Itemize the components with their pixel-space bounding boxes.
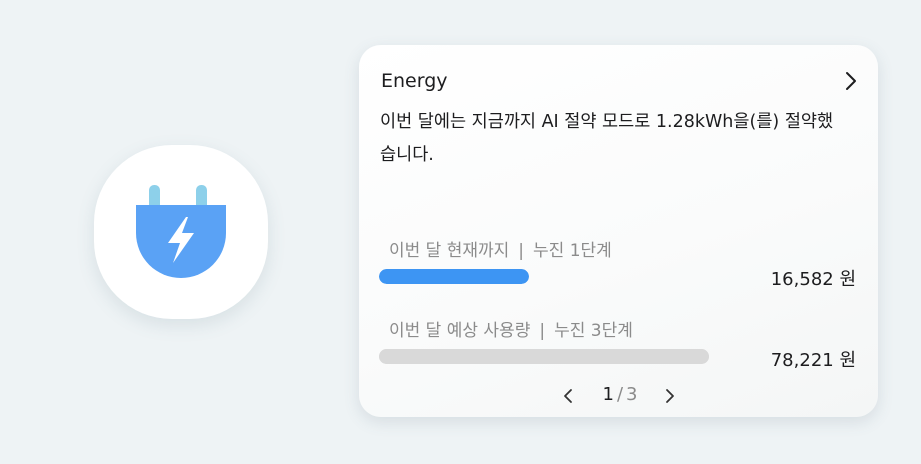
current-usage-bar-fill	[379, 269, 529, 284]
page-separator: /	[616, 384, 624, 405]
forecast-usage-amount: 78,221 원	[770, 350, 856, 371]
current-usage-tier: 누진 1단계	[533, 241, 612, 261]
energy-saving-message: 이번 달에는 지금까지 AI 절약 모드로 1.28kWh을(를) 절약했습니다…	[380, 112, 834, 165]
current-page: 1	[602, 384, 614, 405]
chevron-right-icon[interactable]	[843, 69, 859, 93]
current-usage-label: 이번 달 현재까지 | 누진 1단계	[389, 236, 612, 261]
chevron-right-icon[interactable]	[663, 386, 677, 406]
pager: 1/3	[359, 382, 878, 410]
energy-card[interactable]: Energy 이번 달에는 지금까지 AI 절약 모드로 1.28kWh을(를)…	[359, 45, 878, 417]
page-indicator: 1/3	[595, 384, 645, 405]
separator: |	[518, 241, 525, 261]
chevron-left-icon[interactable]	[561, 386, 575, 406]
separator: |	[539, 321, 546, 341]
forecast-usage-label: 이번 달 예상 사용량 | 누진 3단계	[389, 316, 633, 341]
forecast-usage-tier: 누진 3단계	[554, 321, 633, 341]
current-usage-amount: 16,582 원	[770, 269, 856, 290]
card-title: Energy	[381, 70, 448, 92]
plug-lightning-icon	[136, 185, 226, 278]
forecast-usage-bar-fill	[379, 349, 709, 364]
energy-app-icon[interactable]	[94, 145, 268, 319]
current-usage-period: 이번 달 현재까지	[389, 241, 510, 261]
current-usage-bar	[379, 269, 529, 284]
forecast-usage-bar	[379, 349, 709, 364]
total-pages: 3	[626, 384, 638, 405]
forecast-usage-period: 이번 달 예상 사용량	[389, 321, 531, 341]
